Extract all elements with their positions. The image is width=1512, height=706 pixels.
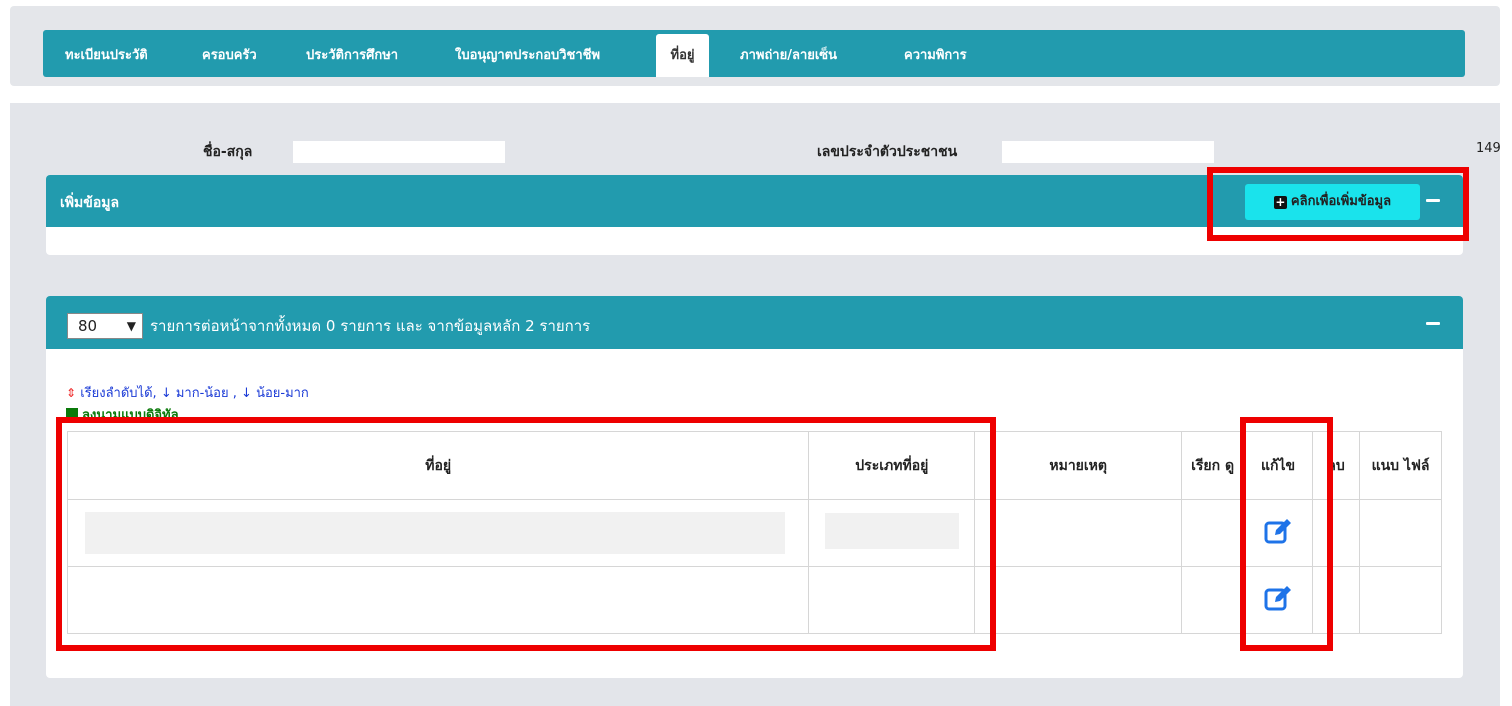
delete-cell [1312, 499, 1361, 567]
view-cell [1181, 499, 1245, 567]
per-page-value: 80 [78, 317, 98, 335]
name-label: ชื่อ-สกุล [203, 144, 253, 160]
edit-icon[interactable] [1263, 516, 1293, 546]
plus-square-icon: + [1273, 195, 1287, 209]
sort-updown-icon: ⇕ [66, 386, 77, 400]
citizen-id-label: เลขประจำตัวประชาชน [817, 144, 958, 160]
edit-cell [1243, 566, 1314, 634]
sort-hint: ⇕ เรียงลำดับได้, ↓ มาก-น้อย , ↓ น้อย-มาก [66, 382, 309, 403]
tab-professional-license[interactable]: ใบอนุญาตประกอบวิชาชีพ [443, 34, 612, 77]
attach-cell [1359, 566, 1442, 634]
col-header-address[interactable]: ที่อยู่ [66, 431, 810, 500]
citizen-id-value-redacted [1002, 141, 1214, 163]
collapse-icon[interactable] [1426, 199, 1440, 202]
tab-family[interactable]: ครอบครัว [190, 34, 269, 77]
tab-photo-signature[interactable]: ภาพถ่าย/ลายเซ็น [728, 34, 849, 77]
tab-registration-profile[interactable]: ทะเบียนประวัติ [53, 34, 160, 77]
edit-icon[interactable] [1263, 583, 1293, 613]
tab-disability[interactable]: ความพิการ [892, 34, 979, 77]
sort-desc-icon: ↓ [160, 386, 172, 401]
collapse-icon[interactable] [1426, 322, 1440, 325]
add-data-button[interactable]: + คลิกเพื่อเพิ่มข้อมูล [1245, 184, 1420, 220]
col-header-attach: แนบ ไฟล์ [1359, 431, 1442, 500]
remark-cell [974, 499, 1183, 567]
col-header-view: เรียก ดู [1181, 431, 1245, 500]
add-data-title: เพิ่มข้อมูล [60, 195, 120, 211]
digital-signature-text: ลงนามแบบดิจิทัล [82, 408, 179, 420]
name-value-redacted [293, 141, 505, 163]
view-cell [1181, 566, 1245, 634]
address-redacted-2 [80, 579, 790, 619]
table-header-row: ที่อยู่ ประเภทที่อยู่ หมายเหตุ เรียก ดู … [66, 431, 1442, 500]
sort-asc-text: น้อย-มาก [256, 386, 309, 401]
address-type-redacted-2 [825, 580, 959, 620]
page-number: 149 [1476, 141, 1501, 156]
edit-cell [1243, 499, 1314, 567]
tab-education[interactable]: ประวัติการศึกษา [294, 34, 410, 77]
tab-bar: ทะเบียนประวัติ ครอบครัว ประวัติการศึกษา … [43, 30, 1465, 77]
green-square-icon [66, 408, 78, 420]
col-header-edit: แก้ไข [1243, 431, 1314, 500]
sort-hint-text: เรียงลำดับได้, [80, 386, 157, 401]
delete-cell [1312, 566, 1361, 634]
address-type-redacted-1 [825, 513, 959, 549]
tab-address[interactable]: ที่อยู่ [656, 34, 709, 77]
sort-desc-text: มาก-น้อย , [175, 386, 237, 401]
add-data-button-label: คลิกเพื่อเพิ่มข้อมูล [1290, 194, 1392, 209]
chevron-down-icon: ▼ [126, 319, 136, 333]
col-header-remark[interactable]: หมายเหตุ [974, 431, 1183, 500]
per-page-summary: รายการต่อหน้าจากทั้งหมด 0 รายการ และ จาก… [150, 317, 591, 335]
col-header-address-type[interactable]: ประเภทที่อยู่ [808, 431, 976, 500]
col-header-delete: ลบ [1312, 431, 1361, 500]
digital-signature-note: ลงนามแบบดิจิทัล [66, 404, 179, 420]
remark-cell [974, 566, 1183, 634]
sort-asc-icon: ↓ [241, 386, 252, 401]
attach-cell [1359, 499, 1442, 567]
address-redacted-1 [85, 512, 785, 554]
per-page-select[interactable]: 80 ▼ [67, 313, 143, 339]
